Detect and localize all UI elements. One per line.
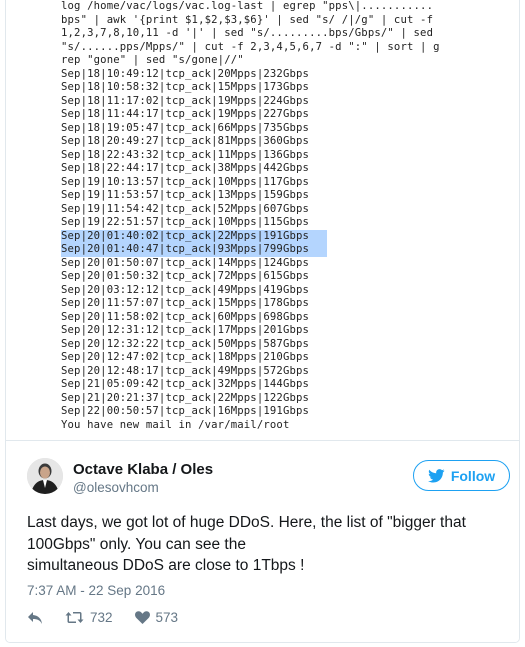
terminal-ddos-list: Sep|18|10:49:12|tcp_ack|20Mpps|232Gbps Se… [61, 68, 476, 419]
like-count: 573 [155, 610, 179, 625]
tweet-footer: Octave Klaba / Oles @olesovhcom Follow L… [6, 442, 519, 642]
like-button[interactable]: 573 [134, 610, 179, 625]
follow-label: Follow [450, 467, 496, 484]
retweet-button[interactable]: 732 [65, 610, 113, 625]
terminal-row: Sep|18|20:49:27|tcp_ack|81Mpps|360Gbps [61, 135, 310, 147]
tweet-timestamp[interactable]: 7:37 AM - 22 Sep 2016 [27, 583, 165, 598]
twitter-bird-icon [427, 468, 445, 483]
terminal-row: Sep|18|11:44:17|tcp_ack|19Mpps|227Gbps [61, 108, 310, 120]
terminal-row: Sep|18|11:17:02|tcp_ack|19Mpps|224Gbps [61, 94, 310, 107]
terminal-command-line: log /home/vac/logs/vac.log-last | egrep … [61, 0, 434, 12]
tweet-text-line: 100Gbps" only. You can see the [27, 535, 246, 553]
tweet-actions: 732 573 [27, 610, 200, 625]
follow-button[interactable]: Follow [413, 460, 510, 491]
terminal-output: log /home/vac/logs/vac.log-last | egrep … [61, 0, 476, 440]
terminal-row: Sep|19|11:54:42|tcp_ack|52Mpps|607Gbps [61, 202, 310, 215]
terminal-row: Sep|22|00:50:57|tcp_ack|16Mpps|191Gbps [61, 405, 310, 417]
terminal-command-line: 1,2,3,7,8,10,11 -d '|' | sed "s/........… [61, 27, 434, 39]
terminal-row: Sep|20|01:50:32|tcp_ack|72Mpps|615Gbps [61, 270, 310, 282]
terminal-row: Sep|19|22:51:57|tcp_ack|10Mpps|115Gbps [61, 216, 310, 228]
terminal-row-highlighted: Sep|20|01:40:47|tcp_ack|93Mpps|799Gbps [61, 243, 327, 257]
avatar[interactable] [27, 458, 63, 494]
terminal-row: Sep|21|05:09:42|tcp_ack|32Mpps|144Gbps [61, 378, 310, 390]
terminal-screenshot: log /home/vac/logs/vac.log-last | egrep … [6, 0, 519, 441]
reply-button[interactable] [27, 611, 43, 625]
terminal-row: Sep|19|10:13:57|tcp_ack|10Mpps|117Gbps [61, 175, 310, 188]
author-name[interactable]: Octave Klaba / Oles [73, 461, 213, 478]
terminal-row: Sep|18|22:44:17|tcp_ack|38Mpps|442Gbps [61, 162, 310, 174]
terminal-row: Sep|19|11:53:57|tcp_ack|13Mpps|159Gbps [61, 189, 310, 201]
terminal-command-line: "s/......pps/Mpps/" | cut -f 2,3,4,5,6,7… [61, 40, 440, 53]
terminal-row-highlighted: Sep|20|01:40:02|tcp_ack|22Mpps|191Gbps [61, 229, 327, 243]
author-handle[interactable]: @olesovhcom [73, 480, 159, 495]
terminal-command-line: rep "gone" | sed "s/gone|//" [61, 54, 244, 66]
tweet-text-line: simultaneous DDoS are close to 1Tbps ! [27, 557, 305, 574]
terminal-row: Sep|20|01:50:07|tcp_ack|14Mpps|124Gbps [61, 256, 310, 269]
terminal-row: Sep|18|10:49:12|tcp_ack|20Mpps|232Gbps [61, 67, 310, 80]
terminal-row: Sep|21|20:21:37|tcp_ack|22Mpps|122Gbps [61, 391, 310, 404]
heart-icon [134, 611, 150, 624]
reply-icon [28, 611, 42, 624]
avatar-photo-icon [27, 458, 63, 494]
terminal-row: Sep|18|19:05:47|tcp_ack|66Mpps|735Gbps [61, 121, 310, 134]
terminal-row: Sep|18|10:58:32|tcp_ack|15Mpps|173Gbps [61, 81, 310, 93]
terminal-row: Sep|20|12:48:17|tcp_ack|49Mpps|572Gbps [61, 364, 310, 377]
terminal-mail-notice: You have new mail in /var/mail/root [61, 418, 290, 431]
terminal-row: Sep|20|12:31:12|tcp_ack|17Mpps|201Gbps [61, 324, 310, 336]
terminal-row: Sep|20|11:58:02|tcp_ack|60Mpps|698Gbps [61, 310, 310, 323]
retweet-icon [65, 612, 84, 623]
tweet-text-line: Last days, we got lot of huge DDoS. Here… [27, 514, 466, 531]
terminal-row: Sep|20|11:57:07|tcp_ack|15Mpps|178Gbps [61, 297, 310, 309]
retweet-count: 732 [90, 610, 113, 625]
terminal-row: Sep|20|12:32:22|tcp_ack|50Mpps|587Gbps [61, 337, 310, 350]
tweet-text: Last days, we got lot of huge DDoS. Here… [27, 512, 497, 577]
embedded-tweet-card: log /home/vac/logs/vac.log-last | egrep … [5, 0, 520, 643]
terminal-command-line: bps" | awk '{print $1,$2,$3,$6}' | sed "… [61, 13, 434, 26]
terminal-row: Sep|18|22:43:32|tcp_ack|11Mpps|136Gbps [61, 148, 310, 161]
terminal-row: Sep|20|12:47:02|tcp_ack|18Mpps|210Gbps [61, 351, 310, 363]
terminal-row: Sep|20|03:12:12|tcp_ack|49Mpps|419Gbps [61, 283, 310, 296]
